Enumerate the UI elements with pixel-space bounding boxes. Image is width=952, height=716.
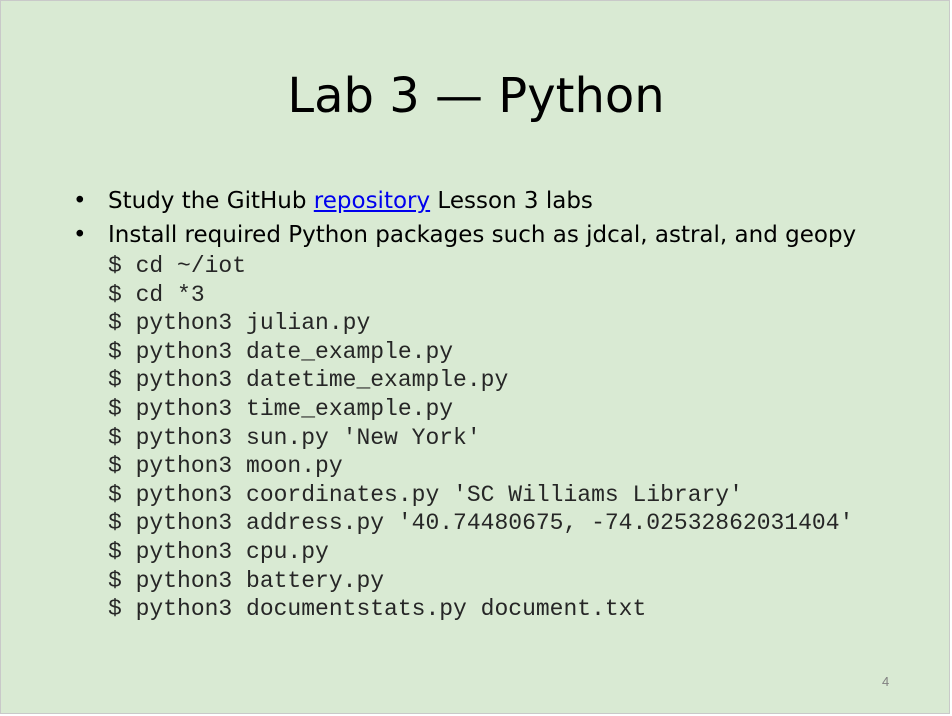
bullet-dot-icon: • [73,188,87,214]
command-list: $ cd ~/iot $ cd *3 $ python3 julian.py $… [108,252,853,624]
bullet-item-install: • Install required Python packages such … [71,218,856,252]
bullet-list: • Study the GitHub repository Lesson 3 l… [71,184,856,252]
bullet-text-before-link: Study the GitHub [108,188,314,214]
command-line: $ cd ~/iot [108,253,247,279]
slide-title: Lab 3 — Python [287,68,665,124]
command-line: $ cd *3 [108,281,205,308]
command-line: $ python3 battery.py [108,567,385,594]
command-line: $ python3 julian.py [108,310,371,337]
command-line: $ python3 cpu.py [108,538,329,565]
command-line: $ python3 moon.py [108,453,343,480]
command-line: $ python3 datetime_example.py [108,367,509,394]
page-number: 4 [882,674,890,689]
bullet-item-study: • Study the GitHub repository Lesson 3 l… [71,184,856,218]
command-line: $ python3 date_example.py [108,338,454,365]
bullet-dot-icon: • [73,222,87,248]
bullet-text-install: Install required Python packages such as… [108,222,857,248]
command-line: $ python3 sun.py 'New York' [108,424,481,451]
bullet-text-after-link: Lesson 3 labs [430,188,593,214]
repository-link[interactable]: repository [314,188,430,214]
command-line: $ python3 coordinates.py 'SC Williams Li… [108,481,743,508]
slide: Lab 3 — Python • Study the GitHub reposi… [0,0,950,714]
command-line: $ python3 documentstats.py document.txt [108,596,647,623]
command-line: $ python3 address.py '40.74480675, -74.0… [108,510,854,537]
command-line: $ python3 time_example.py [108,395,454,422]
